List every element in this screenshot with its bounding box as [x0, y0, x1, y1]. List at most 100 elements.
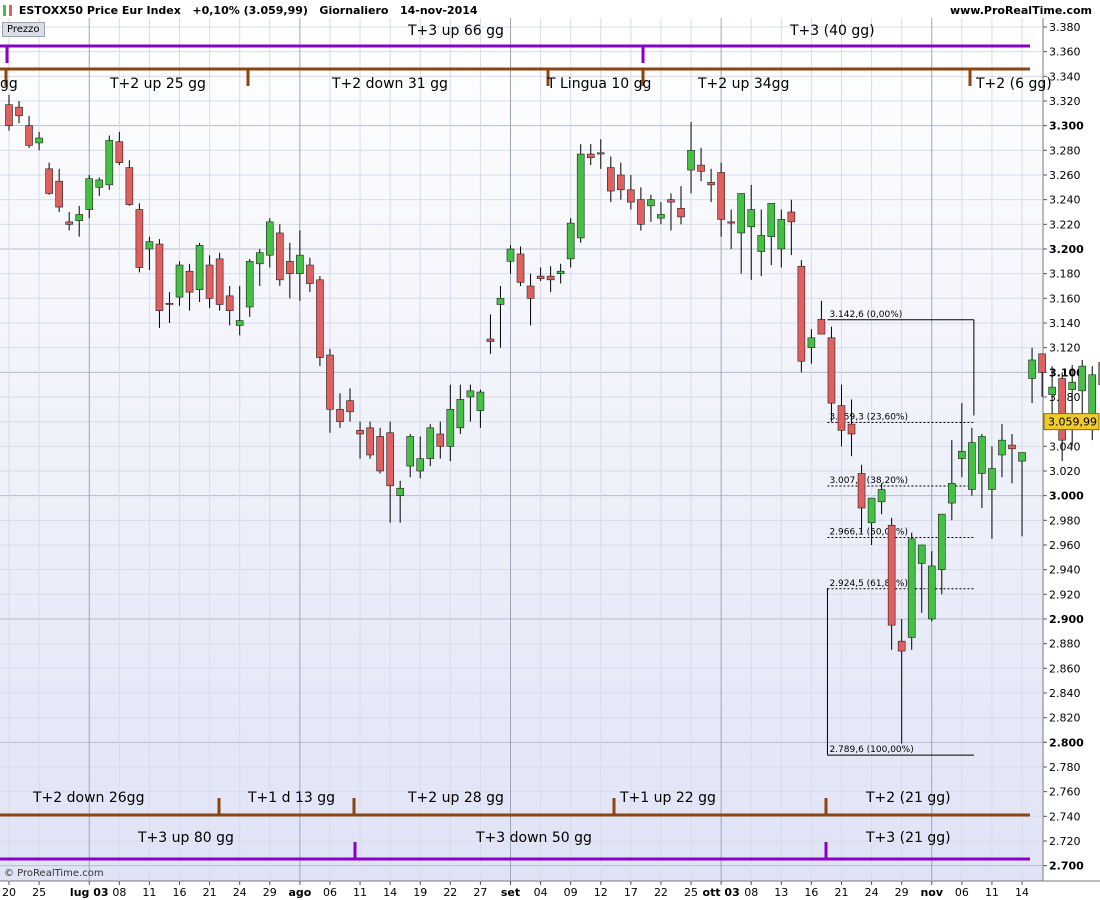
candle-body-down: [486, 338, 495, 342]
candle-body-up: [647, 199, 655, 207]
last-price-marker: 3.059,99: [1043, 413, 1100, 431]
cycle-label: T+3 (21 gg): [865, 830, 951, 846]
candle-body-down: [306, 264, 314, 284]
candle-body-up: [927, 565, 936, 620]
y-tick-label: 2.760: [1049, 786, 1081, 799]
candle-body-up: [937, 513, 946, 570]
candle-body-up: [907, 538, 916, 638]
cycle-label: gg: [0, 76, 18, 92]
candle-body-up: [747, 209, 756, 228]
candle-body-down: [366, 427, 374, 456]
candle-body-down: [45, 168, 53, 194]
candle-body-up: [1018, 452, 1026, 462]
y-tick-label: 2.940: [1049, 564, 1081, 577]
candle-body-down: [316, 279, 324, 358]
x-tick-label: 21: [834, 886, 848, 899]
x-tick-label: 06: [955, 886, 969, 899]
candle: [135, 203, 144, 273]
candle-body-up: [265, 221, 274, 256]
y-tick-label: 2.880: [1049, 638, 1081, 651]
candle-body-up: [807, 337, 816, 348]
candle-body-up: [998, 439, 1006, 456]
y-tick-label: 2.800: [1049, 736, 1084, 749]
candle-body-down: [65, 221, 73, 225]
x-tick-label: 06: [323, 886, 337, 899]
x-tick-label: 22: [443, 886, 457, 899]
candle-body-down: [857, 473, 866, 509]
header-left: ESTOXX50 Price Eur Index +0,10% (3.059,9…: [0, 4, 478, 17]
y-tick-label: 2.700: [1049, 860, 1084, 873]
x-tick-label: 13: [774, 886, 788, 899]
price-chart: 2.700 2.720 2.740 2.760 2.780 2.800 2.820 2.840…: [0, 18, 1100, 900]
candle-body-up: [767, 203, 776, 237]
candle-body-up: [948, 483, 956, 504]
candle-body-down: [677, 207, 685, 218]
candle-body-down: [326, 354, 334, 410]
price-panel-tab[interactable]: Prezzo: [2, 22, 45, 37]
candle-body-up: [566, 222, 575, 260]
y-tick-label: 2.780: [1049, 761, 1081, 774]
candle: [576, 144, 585, 243]
x-tick-label: 16: [173, 886, 187, 899]
candle-body-down: [596, 152, 605, 155]
x-tick-label: 25: [32, 886, 46, 899]
candle-body-down: [205, 264, 214, 299]
y-tick-label: 2.820: [1049, 712, 1081, 725]
cycle-label: T+2 down 26gg: [32, 790, 144, 806]
x-tick-label: 11: [985, 886, 999, 899]
x-tick-label: 22: [654, 886, 668, 899]
symbol-name: ESTOXX50 Price Eur Index: [18, 4, 181, 17]
y-tick-label: 3.140: [1049, 317, 1081, 330]
candle-body-up: [446, 409, 455, 447]
x-tick-label: 20: [2, 886, 16, 899]
candle-body-down: [817, 318, 826, 335]
y-tick-label: 3.020: [1049, 465, 1081, 478]
candle-body-down: [667, 199, 675, 203]
fib-level-label: 3.142,6 (0,00%): [829, 310, 902, 320]
candle-body-up: [958, 450, 966, 459]
y-axis: 2.700 2.720 2.740 2.760 2.780 2.800 2.820 2.840…: [1043, 21, 1084, 873]
candle-body-up: [255, 252, 264, 265]
candle-body-down: [847, 423, 856, 435]
candle-body-up: [235, 320, 244, 326]
candle-body-up: [687, 150, 695, 171]
candle-body-down: [165, 302, 174, 305]
x-tick-label: 14: [1015, 886, 1029, 899]
x-tick-label: 29: [895, 886, 909, 899]
candle-body-up: [917, 544, 926, 564]
y-tick-label: 3.180: [1049, 268, 1081, 281]
y-tick-label: 2.900: [1049, 613, 1084, 626]
candle-body-down: [637, 199, 645, 225]
y-tick-label: 3.260: [1049, 169, 1081, 182]
candle-body-up: [556, 270, 565, 274]
candle-body-up: [245, 261, 254, 308]
y-tick-label: 3.000: [1049, 490, 1084, 503]
candle-body-down: [516, 253, 525, 283]
y-tick-label: 2.840: [1049, 687, 1081, 700]
x-tick-label: 04: [534, 886, 548, 899]
candle-body-up: [978, 436, 986, 474]
x-tick-label: 08: [112, 886, 126, 899]
candle-body-up: [85, 178, 94, 210]
candle-body-down: [606, 167, 615, 192]
candle-body-down: [135, 209, 144, 268]
candle: [797, 260, 806, 373]
chart-date: 14-nov-2014: [399, 4, 478, 17]
site-link[interactable]: www.ProRealTime.com: [950, 4, 1092, 17]
cycle-label: T+2 (21 gg): [865, 790, 951, 806]
cycle-label: T+3 down 50 gg: [475, 830, 592, 846]
candle-body-down: [827, 337, 836, 404]
cycle-label: T+2 down 31 gg: [331, 76, 448, 92]
cycle-label: T+3 (40 gg): [789, 23, 875, 39]
candle-body-down: [125, 167, 134, 205]
candle-body-up: [988, 468, 996, 490]
candle-body-up: [145, 241, 154, 250]
candle-body-up: [496, 298, 505, 305]
candle-body-up: [777, 219, 786, 250]
cycle-label: T+1 up 22 gg: [619, 790, 716, 806]
x-tick-label: 21: [203, 886, 217, 899]
cycle-label: T Lingua 10 gg: [546, 76, 651, 92]
candle-body-down: [897, 640, 906, 652]
x-tick-label: 12: [594, 886, 608, 899]
candle-body-down: [386, 432, 394, 487]
